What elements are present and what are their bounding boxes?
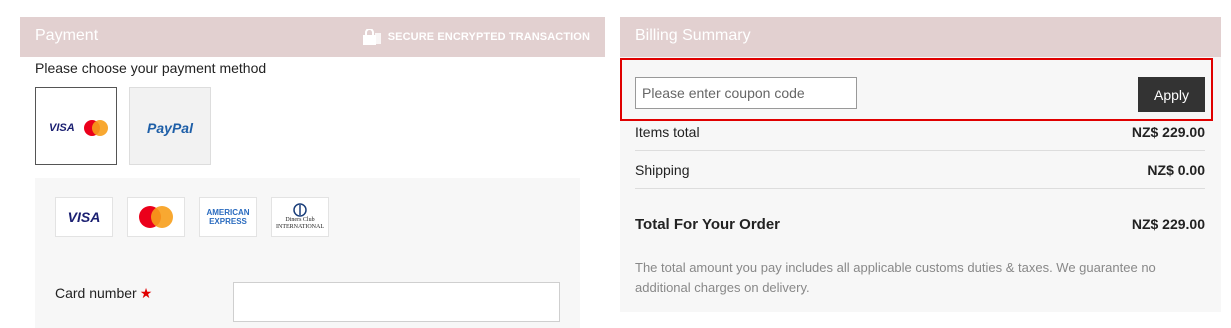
- mastercard-logo: [127, 197, 185, 237]
- visa-mini-logo: VISA: [49, 122, 75, 134]
- apply-button[interactable]: Apply: [1138, 77, 1205, 112]
- amex-logo: AMERICAN EXPRESS: [199, 197, 257, 237]
- diners-icon: [293, 203, 307, 217]
- billing-header: Billing Summary: [620, 17, 1221, 57]
- billing-title: Billing Summary: [635, 27, 751, 44]
- shipping-label: Shipping: [635, 162, 690, 178]
- mastercard-icon: [139, 206, 173, 228]
- divider: [635, 150, 1205, 151]
- visa-logo: VISA: [55, 197, 113, 237]
- card-form: VISA AMERICAN EXPRESS Diners Club INTERN…: [35, 178, 580, 328]
- billing-summary-panel: Billing Summary Apply Items total NZ$ 22…: [620, 17, 1221, 312]
- payment-method-card[interactable]: VISA: [35, 87, 117, 165]
- customs-note: The total amount you pay includes all ap…: [635, 260, 1156, 295]
- shipping-value: NZ$ 0.00: [1147, 162, 1205, 178]
- lock-icon: [362, 29, 381, 45]
- items-total-value: NZ$ 229.00: [1131, 124, 1205, 140]
- payment-method-paypal[interactable]: PayPal: [129, 87, 211, 165]
- order-total-label: Total For Your Order: [635, 216, 781, 233]
- card-number-input[interactable]: [233, 282, 560, 322]
- payment-header: Payment SECURE ENCRYPTED TRANSACTION: [20, 17, 605, 57]
- order-total-value: NZ$ 229.00: [1131, 216, 1205, 232]
- payment-title: Payment: [35, 27, 99, 44]
- divider: [635, 188, 1205, 189]
- secure-transaction-badge: SECURE ENCRYPTED TRANSACTION: [362, 29, 590, 45]
- coupon-input[interactable]: [635, 77, 857, 109]
- items-total-label: Items total: [635, 124, 700, 140]
- card-number-label: Card number ★: [55, 285, 153, 301]
- secure-text: SECURE ENCRYPTED TRANSACTION: [387, 31, 590, 43]
- diners-club-logo: Diners Club INTERNATIONAL: [271, 197, 329, 237]
- paypal-logo: PayPal: [147, 120, 193, 136]
- choose-method-text: Please choose your payment method: [35, 60, 267, 76]
- mastercard-icon: [84, 120, 108, 136]
- required-icon: ★: [139, 285, 153, 301]
